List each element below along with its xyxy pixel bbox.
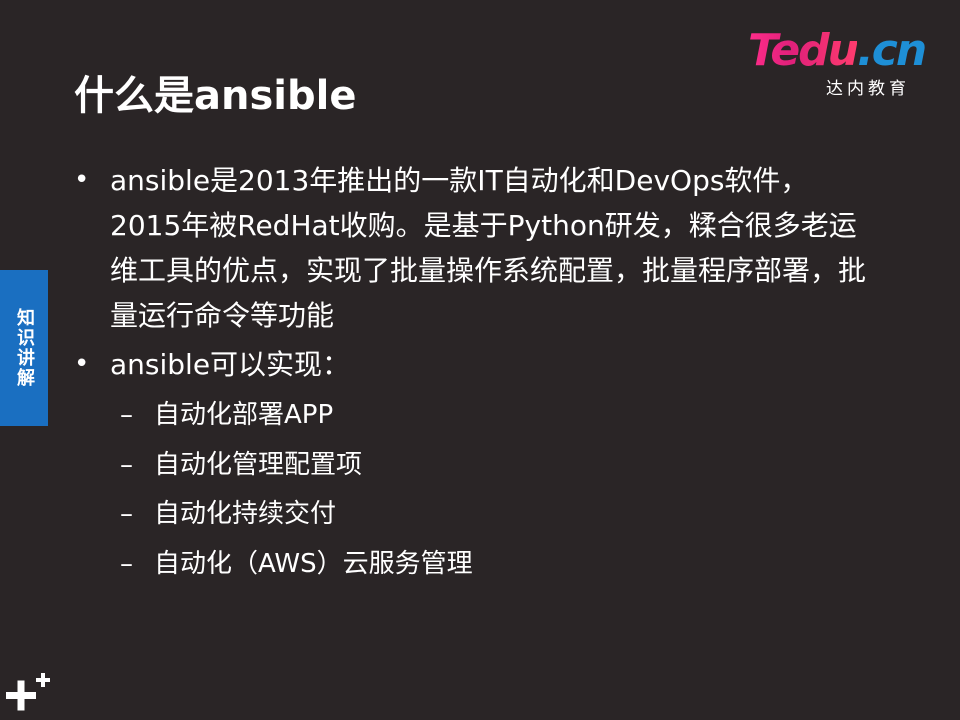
- tedu-logo: Tedu.cn 达内教育: [748, 25, 938, 100]
- side-tab-label: 知识讲解: [14, 308, 35, 388]
- sub-bullet-list: 自动化部署APP 自动化管理配置项 自动化持续交付 自动化（AWS）云服务管理: [74, 391, 874, 589]
- slide: Tedu.cn 达内教育 什么是ansible 知识讲解 ansible是201…: [0, 0, 960, 720]
- sub-bullet-item: 自动化管理配置项: [74, 441, 874, 491]
- sub-bullet-item: 自动化（AWS）云服务管理: [74, 540, 874, 590]
- logo-wordmark: Tedu.cn: [748, 25, 927, 76]
- slide-content: ansible是2013年推出的一款IT自动化和DevOps软件，2015年被R…: [74, 158, 874, 589]
- logo-domain-suffix: .cn: [857, 25, 927, 76]
- side-tab: 知识讲解: [0, 270, 48, 426]
- sub-bullet-item: 自动化部署APP: [74, 391, 874, 441]
- logo-brand-text: Tedu: [748, 25, 859, 76]
- plus-icon: [6, 673, 50, 711]
- slide-title: 什么是ansible: [74, 73, 357, 119]
- sub-bullet-item: 自动化持续交付: [74, 490, 874, 540]
- bullet-item-intro: ansible是2013年推出的一款IT自动化和DevOps软件，2015年被R…: [74, 158, 874, 338]
- logo-subtitle: 达内教育: [826, 79, 910, 99]
- bullet-item-capabilities: ansible可以实现：: [74, 342, 874, 387]
